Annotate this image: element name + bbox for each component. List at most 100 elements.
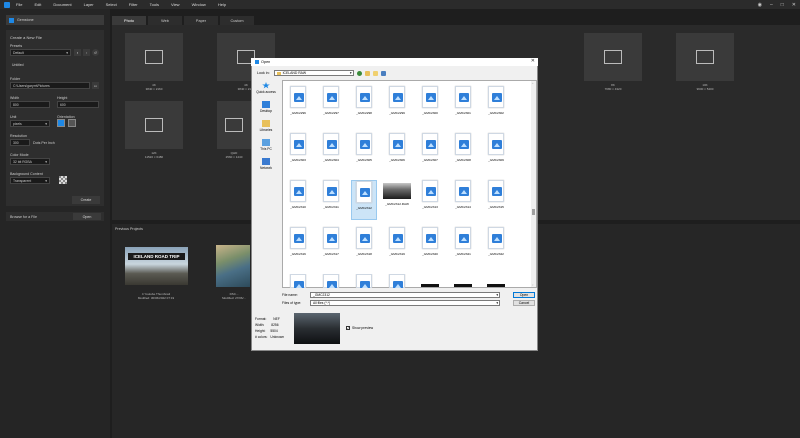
file-item[interactable]: _GMC2310 <box>285 180 311 220</box>
file-item[interactable]: _GMC2300 <box>417 86 443 126</box>
back-icon[interactable] <box>356 70 362 76</box>
transparency-swatch-icon[interactable] <box>59 176 67 184</box>
menu-help[interactable]: Help <box>218 2 226 7</box>
file-item[interactable]: _GMC2322 <box>483 227 509 267</box>
maximize-button[interactable]: □ <box>781 2 784 8</box>
user-icon[interactable]: ◉ <box>758 2 762 8</box>
up-folder-icon[interactable] <box>364 70 370 76</box>
menu-filter[interactable]: Filter <box>129 2 138 7</box>
preset-tile[interactable] <box>676 33 734 81</box>
file-item[interactable]: _GMC2298 <box>351 86 377 126</box>
file-item[interactable]: _GMC2297 <box>318 86 344 126</box>
file-item[interactable]: _GMC2299 <box>384 86 410 126</box>
save-preset-icon[interactable]: ▪ <box>74 49 81 56</box>
file-item[interactable] <box>318 274 344 288</box>
file-item[interactable]: _GMC2309 <box>483 133 509 173</box>
file-item[interactable]: _GMC2312.RAW <box>383 180 411 220</box>
place-this-pc[interactable]: This PC <box>254 139 278 151</box>
scroll-down-icon[interactable]: ▾ <box>532 283 534 287</box>
height-field[interactable]: 600 <box>57 101 99 108</box>
file-item[interactable] <box>450 274 476 288</box>
file-item[interactable]: _GMC2301 <box>450 86 476 126</box>
file-item[interactable] <box>417 274 443 288</box>
place-libraries[interactable]: Libraries <box>254 120 278 132</box>
preset-tile[interactable] <box>584 33 642 81</box>
file-item[interactable] <box>483 274 509 288</box>
file-item[interactable]: _GMC2317 <box>318 227 344 267</box>
preset-tile[interactable] <box>217 101 251 149</box>
reset-icon[interactable]: ↺ <box>92 49 99 56</box>
file-item[interactable]: _GMC2302 <box>483 86 509 126</box>
file-item[interactable]: _GMC2308 <box>450 133 476 173</box>
menu-edit[interactable]: Edit <box>34 2 41 7</box>
dialog-close-icon[interactable]: ✕ <box>531 58 535 64</box>
browse-open-button[interactable]: Open <box>73 213 101 220</box>
preset-tile[interactable] <box>125 101 183 149</box>
file-item[interactable]: _GMC2307 <box>417 133 443 173</box>
scroll-up-icon[interactable]: ▴ <box>532 81 534 85</box>
file-item[interactable]: _GMC2318 <box>351 227 377 267</box>
landscape-orientation-icon[interactable] <box>57 119 65 127</box>
file-item[interactable]: _GMC2296 <box>285 86 311 126</box>
folder-browse-icon[interactable]: ▭ <box>92 82 99 89</box>
color-mode-select[interactable]: 32 bit RGBA ▾ <box>10 158 50 165</box>
presets-select[interactable]: Default ▾ <box>10 49 71 56</box>
file-item[interactable]: _GMC2319 <box>384 227 410 267</box>
portrait-orientation-icon[interactable] <box>68 119 76 127</box>
look-in-select[interactable]: ICELAND RAW ▾ <box>273 70 354 76</box>
file-item[interactable]: _GMC2305 <box>351 133 377 173</box>
menu-view[interactable]: View <box>171 2 180 7</box>
open-button[interactable]: Open <box>513 292 535 298</box>
place-desktop[interactable]: Desktop <box>254 101 278 113</box>
file-item[interactable]: _GMC2303 <box>285 133 311 173</box>
place-quick-access[interactable]: Quick access <box>254 82 278 94</box>
file-item[interactable] <box>384 274 410 288</box>
folder-field[interactable]: C:\Users\garym\Pictures <box>10 82 90 89</box>
file-item[interactable]: _GMC2316 <box>285 227 311 267</box>
project-thumbnail-2[interactable] <box>216 245 250 287</box>
tab-photo[interactable]: Photo <box>112 16 146 25</box>
file-item[interactable]: _GMC2311 <box>318 180 344 220</box>
menu-window[interactable]: Window <box>192 2 206 7</box>
resolution-field[interactable]: 300 <box>10 139 30 146</box>
cancel-button[interactable]: Cancel <box>513 300 535 306</box>
preset-tile[interactable] <box>125 33 183 81</box>
file-type-select[interactable]: All files (*.*) ▾ <box>310 300 500 306</box>
show-preview-checkbox[interactable]: ✓ <box>346 326 350 330</box>
file-item[interactable]: _GMC2312 <box>351 180 377 220</box>
menu-document[interactable]: Document <box>53 2 71 7</box>
background-select[interactable]: Transparent ▾ <box>10 177 50 184</box>
file-item[interactable]: _GMC2320 <box>417 227 443 267</box>
menu-tools[interactable]: Tools <box>150 2 159 7</box>
show-preview-option[interactable]: ✓ Show preview <box>346 326 373 330</box>
file-item[interactable] <box>351 274 377 288</box>
file-item[interactable]: _GMC2313 <box>417 180 443 220</box>
menu-layer[interactable]: Layer <box>84 2 94 7</box>
minimize-button[interactable]: – <box>770 2 773 8</box>
file-item[interactable]: _GMC2306 <box>384 133 410 173</box>
tab-custom[interactable]: Custom <box>220 16 254 25</box>
menu-file[interactable]: File <box>16 2 22 7</box>
unit-select[interactable]: pixels ▾ <box>10 120 50 127</box>
place-network[interactable]: Network <box>254 158 278 170</box>
delete-preset-icon[interactable]: ▫ <box>83 49 90 56</box>
menu-select[interactable]: Select <box>106 2 117 7</box>
close-window-button[interactable]: ✕ <box>792 2 796 8</box>
file-list-scrollbar[interactable]: ▴ ▾ <box>531 81 536 287</box>
file-item[interactable]: _GMC2314 <box>450 180 476 220</box>
file-name-input[interactable]: _GMC2312 ▾ <box>310 292 500 298</box>
file-item[interactable]: _GMC2315 <box>483 180 509 220</box>
file-item[interactable]: _GMC2304 <box>318 133 344 173</box>
tab-paper[interactable]: Paper <box>184 16 218 25</box>
file-item[interactable] <box>285 274 311 288</box>
create-button[interactable]: Create <box>72 196 100 204</box>
file-name-field[interactable]: Untitled <box>10 61 99 68</box>
file-item[interactable]: _GMC2321 <box>450 227 476 267</box>
image-file-icon <box>290 180 306 202</box>
new-folder-icon[interactable] <box>372 70 378 76</box>
tab-web[interactable]: Web <box>148 16 182 25</box>
width-field[interactable]: 800 <box>10 101 50 108</box>
view-menu-icon[interactable] <box>380 70 386 76</box>
project-thumbnail-1[interactable]: ICELAND ROAD TRIP <box>125 247 188 285</box>
scrollbar-thumb[interactable] <box>532 209 535 215</box>
